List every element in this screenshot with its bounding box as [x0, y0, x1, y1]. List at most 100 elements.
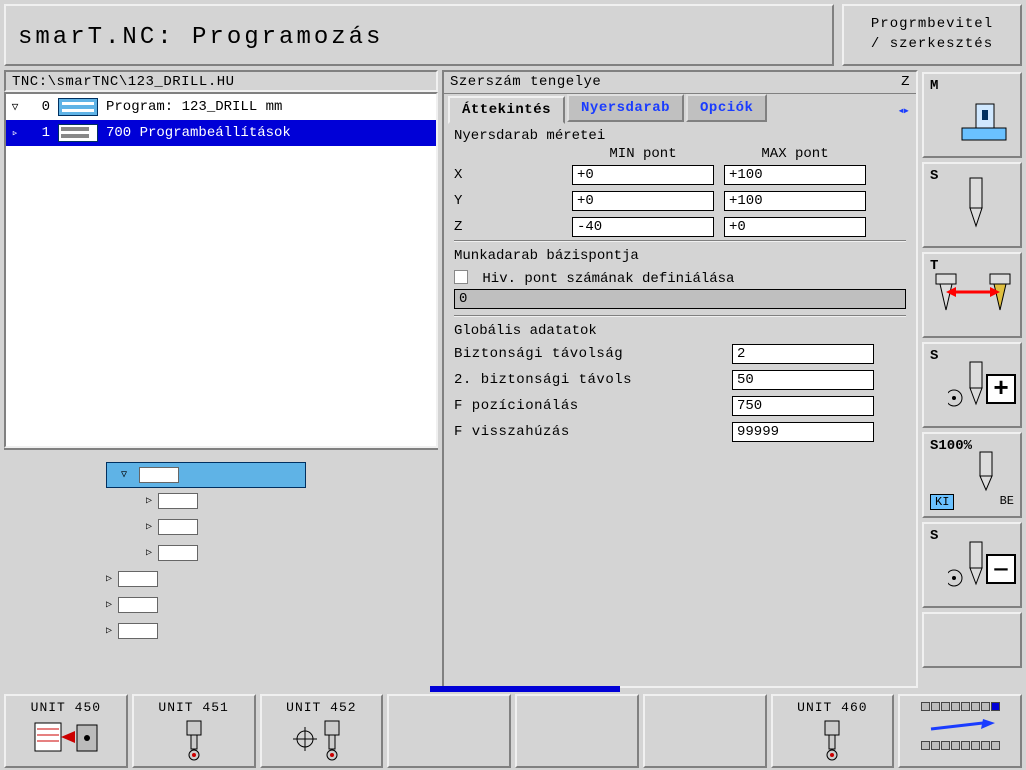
file-path: TNC:\smarTNC\123_DRILL.HU	[12, 74, 235, 90]
tab-nav-arrows[interactable]: ◂▸	[894, 99, 912, 122]
softkey-unit-460[interactable]: UNIT 460	[771, 694, 895, 768]
side-label: S100%	[930, 438, 972, 454]
f-position-field[interactable]	[732, 396, 874, 416]
outline-panel: ▽ ▷ ▷ ▷ ▷ ▷ ▷	[4, 448, 438, 688]
chevron-right-icon: ▷	[146, 495, 152, 507]
safety-dist2-field[interactable]	[732, 370, 874, 390]
app-title: smarT.NC: Programozás	[18, 24, 383, 51]
softkey-label: UNIT 452	[286, 700, 356, 715]
chevron-down-icon: ▽	[121, 469, 127, 481]
detail-panel: Szerszám tengelye Z Áttekintés Nyersdara…	[442, 70, 918, 688]
f-position-label: F pozícionálás	[454, 398, 722, 414]
x-max-field[interactable]	[724, 165, 866, 185]
outline-item[interactable]: ▷	[16, 540, 426, 566]
side-blank-button[interactable]	[922, 612, 1022, 668]
tab-options[interactable]: Opciók	[686, 94, 767, 122]
softkey-label: UNIT 451	[158, 700, 228, 715]
unit-451-icon	[169, 717, 219, 761]
softkey-empty[interactable]	[387, 694, 511, 768]
outline-item[interactable]: ▽	[106, 462, 306, 488]
outline-item[interactable]: ▷	[16, 514, 426, 540]
softkey-empty[interactable]	[515, 694, 639, 768]
be-label: BE	[1000, 494, 1014, 510]
min-label: MIN pont	[572, 146, 714, 162]
side-s100-button[interactable]: S100% KI BE	[922, 432, 1022, 518]
side-s-plus-button[interactable]: S +	[922, 342, 1022, 428]
chevron-right-icon: ▷	[146, 547, 152, 559]
chevron-right-icon: ▷	[106, 573, 112, 585]
plus-icon: +	[986, 374, 1016, 404]
detail-header-label: Szerszám tengelye	[450, 74, 601, 91]
program-icon	[56, 97, 100, 117]
group-datum-title: Munkadarab bázispontja	[454, 248, 906, 264]
spindle-icon	[948, 358, 988, 418]
side-t-button[interactable]: T	[922, 252, 1022, 338]
detail-header: Szerszám tengelye Z	[444, 72, 916, 94]
footer-scroll-indicator	[0, 688, 1026, 692]
detail-header-axis: Z	[901, 74, 910, 91]
chevron-right-icon: ▷	[106, 599, 112, 611]
datum-checkbox[interactable]	[454, 270, 468, 284]
x-label: X	[454, 167, 562, 183]
f-retract-label: F visszahúzás	[454, 424, 722, 440]
group-blank-title: Nyersdarab méretei	[454, 128, 906, 144]
tree-label: 700 Programbeállítások	[106, 125, 291, 141]
step-indicator-top	[921, 702, 1000, 711]
side-m-button[interactable]: M	[922, 72, 1022, 158]
machine-icon	[952, 98, 1012, 148]
spindle-icon	[948, 538, 988, 598]
program-tree[interactable]: ▽ 0 Program: 123_DRILL mm ▹ 1 700 Progra…	[4, 92, 438, 448]
tool-icon	[956, 172, 996, 236]
spindle-icon	[972, 448, 1002, 498]
outline-item[interactable]: ▷	[16, 592, 426, 618]
y-max-field[interactable]	[724, 191, 866, 211]
unit-452-icon	[291, 717, 351, 761]
title-bar: smarT.NC: Programozás	[4, 4, 834, 66]
chevron-right-icon: ▷	[146, 521, 152, 533]
softkey-bar: UNIT 450 UNIT 451 UNIT 452 UNIT 460	[0, 692, 1026, 770]
outline-item[interactable]: ▷	[16, 488, 426, 514]
side-s-button[interactable]: S	[922, 162, 1022, 248]
tab-bar: Áttekintés Nyersdarab Opciók ◂▸	[444, 94, 916, 122]
group-global-title: Globális adatatok	[454, 323, 906, 339]
tree-label: Program: 123_DRILL mm	[106, 99, 282, 115]
mode-line2: / szerkesztés	[852, 34, 1012, 54]
side-label: S	[930, 168, 938, 184]
safety-dist-field[interactable]	[732, 344, 874, 364]
z-min-field[interactable]	[572, 217, 714, 237]
y-min-field[interactable]	[572, 191, 714, 211]
datum-checkbox-label: Hiv. pont számának definiálása	[482, 271, 734, 287]
mode-line1: Progrmbevitel	[852, 14, 1012, 34]
ki-label: KI	[930, 494, 954, 510]
expander-icon[interactable]: ▽	[10, 100, 20, 114]
side-s-minus-button[interactable]: S —	[922, 522, 1022, 608]
x-min-field[interactable]	[572, 165, 714, 185]
unit-450-icon	[31, 717, 101, 757]
softkey-page-nav[interactable]	[898, 694, 1022, 768]
step-indicator-bottom	[921, 741, 1000, 750]
safety-dist2-label: 2. biztonsági távols	[454, 372, 722, 388]
sidebar: M S T	[920, 70, 1026, 688]
line-number: 0	[26, 99, 50, 115]
settings-icon	[56, 123, 100, 143]
tree-row-settings[interactable]: ▹ 1 700 Programbeállítások	[6, 120, 436, 146]
outline-item[interactable]: ▷	[16, 618, 426, 644]
minus-icon: —	[986, 554, 1016, 584]
tab-blank[interactable]: Nyersdarab	[567, 94, 684, 122]
datum-value-field[interactable]	[454, 289, 906, 309]
line-number: 1	[26, 125, 50, 141]
path-bar: TNC:\smarTNC\123_DRILL.HU	[4, 70, 438, 92]
tree-row-program[interactable]: ▽ 0 Program: 123_DRILL mm	[6, 94, 436, 120]
softkey-empty[interactable]	[643, 694, 767, 768]
softkey-unit-450[interactable]: UNIT 450	[4, 694, 128, 768]
chevron-right-icon: ▷	[106, 625, 112, 637]
softkey-unit-451[interactable]: UNIT 451	[132, 694, 256, 768]
tab-overview[interactable]: Áttekintés	[448, 96, 565, 124]
softkey-unit-452[interactable]: UNIT 452	[260, 694, 384, 768]
outline-item[interactable]: ▷	[16, 566, 426, 592]
arrow-icon	[925, 719, 995, 733]
expander-icon[interactable]: ▹	[10, 126, 20, 140]
max-label: MAX pont	[724, 146, 866, 162]
z-max-field[interactable]	[724, 217, 866, 237]
f-retract-field[interactable]	[732, 422, 874, 442]
